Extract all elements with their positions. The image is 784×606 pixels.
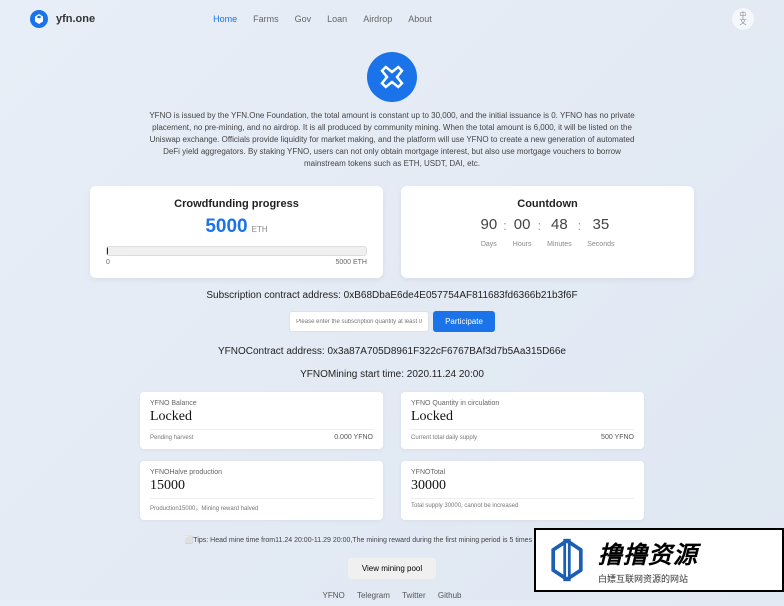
mining-start-time: YFNOMining start time: 2020.11.24 20:00 (0, 363, 784, 386)
crowdfunding-title: Crowdfunding progress (106, 198, 367, 210)
brand-name: yfn.one (56, 13, 95, 25)
watermark-icon (544, 537, 590, 583)
nav-gov[interactable]: Gov (295, 14, 312, 24)
contract-address: YFNOContract address: 0x3a87A705D8961F32… (0, 340, 784, 363)
total-card: YFNOTotal 30000 Total supply 30000, cann… (401, 461, 644, 520)
participate-button[interactable]: Participate (433, 311, 495, 332)
nav-about[interactable]: About (408, 14, 432, 24)
hero-description: YFNO is issued by the YFN.One Foundation… (142, 110, 642, 170)
balance-card: YFNO Balance Locked Pending harvest0.000… (140, 392, 383, 449)
countdown-title: Countdown (417, 198, 678, 210)
participate-row: Participate (0, 307, 784, 340)
stats-row-2: YFNOHalve production 15000 Production150… (0, 455, 784, 526)
hero-section: YFNO is issued by the YFN.One Foundation… (0, 38, 784, 176)
nav-loan[interactable]: Loan (327, 14, 347, 24)
watermark-sub: 白嫖互联网资源的网站 (598, 572, 698, 585)
quantity-input[interactable] (289, 311, 429, 332)
progress-countdown-row: Crowdfunding progress 5000ETH 0.02% 0 50… (0, 176, 784, 284)
halve-card: YFNOHalve production 15000 Production150… (140, 461, 383, 520)
crowdfunding-card: Crowdfunding progress 5000ETH 0.02% 0 50… (90, 186, 383, 278)
nav-home[interactable]: Home (213, 14, 237, 24)
circulation-card: YFNO Quantity in circulation Locked Curr… (401, 392, 644, 449)
progress-bar: 0.02% (106, 246, 367, 256)
countdown-card: Countdown 90Days : 00Hours : 48Minutes :… (401, 186, 694, 278)
watermark-overlay: 撸撸资源 白嫖互联网资源的网站 (534, 528, 784, 592)
nav-farms[interactable]: Farms (253, 14, 279, 24)
footer-github[interactable]: Github (438, 591, 462, 600)
language-switch[interactable]: 中 文 (732, 8, 754, 30)
footer-telegram[interactable]: Telegram (357, 591, 390, 600)
hero-logo-icon (367, 52, 417, 102)
view-mining-pool-button[interactable]: View mining pool (348, 558, 436, 579)
main-nav: Home Farms Gov Loan Airdrop About (213, 14, 432, 24)
logo-icon (30, 10, 48, 28)
footer-yfno[interactable]: YFNO (323, 591, 345, 600)
progress-labels: 0 5000 ETH (106, 259, 367, 266)
subscription-address: Subscription contract address: 0xB68DbaE… (0, 284, 784, 307)
stats-row-1: YFNO Balance Locked Pending harvest0.000… (0, 386, 784, 455)
countdown-timer: 90Days : 00Hours : 48Minutes : 35Seconds (417, 216, 678, 248)
nav-airdrop[interactable]: Airdrop (363, 14, 392, 24)
watermark-main: 撸撸资源 (598, 535, 698, 570)
footer-twitter[interactable]: Twitter (402, 591, 426, 600)
header: yfn.one Home Farms Gov Loan Airdrop Abou… (0, 0, 784, 38)
crowdfunding-amount: 5000ETH (106, 216, 367, 238)
